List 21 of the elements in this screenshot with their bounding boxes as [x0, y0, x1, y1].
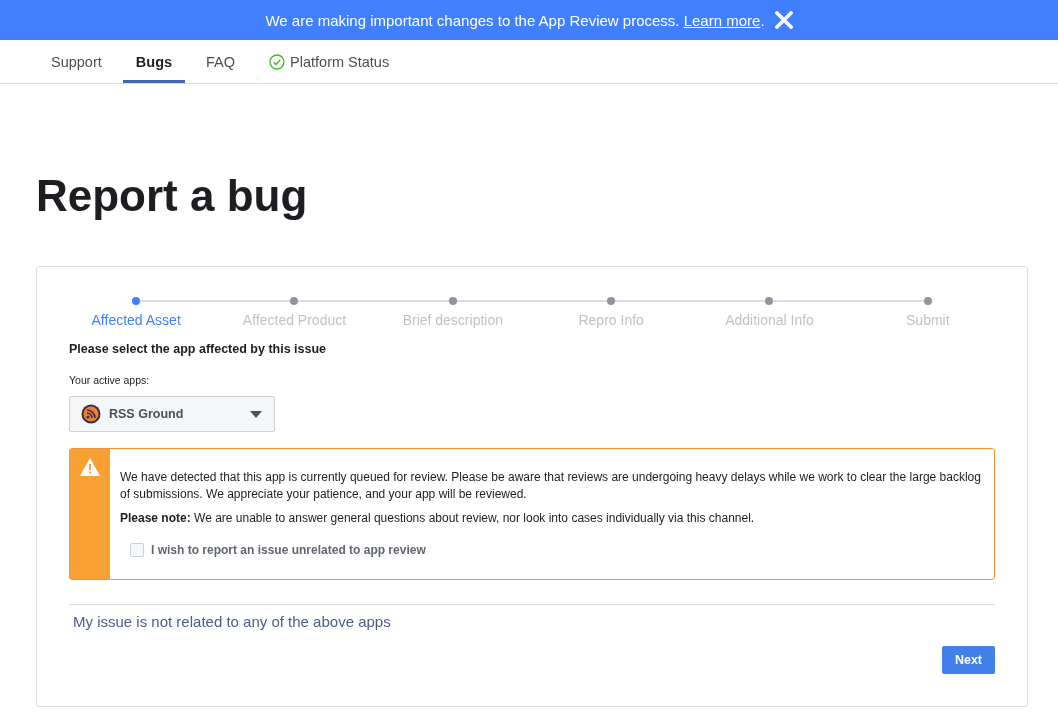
banner-message: We are making important changes to the App Review process. Learn more.: [265, 11, 765, 29]
warning-icon: [80, 458, 100, 477]
unrelated-apps-link[interactable]: My issue is not related to any of the above apps: [73, 613, 391, 631]
caret-icon: [250, 410, 262, 418]
app-dropdown[interactable]: RSS Ground: [69, 396, 275, 433]
nav-tab[interactable]: Platform Status: [256, 40, 403, 83]
nav-tab[interactable]: Bugs: [122, 40, 186, 83]
page-title: Report a bug: [36, 172, 309, 221]
nav-tab[interactable]: FAQ: [193, 40, 249, 83]
check-circle-icon: [269, 53, 286, 70]
nav-tab[interactable]: Support: [38, 40, 115, 83]
warning-text: Please note: We are unable to answer general questions about review, nor look into cases individually via this channel.: [120, 509, 756, 526]
step-label[interactable]: Affected Asset: [91, 312, 181, 329]
learn-more-link[interactable]: Learn more: [683, 11, 761, 29]
close-icon[interactable]: [774, 11, 793, 29]
warning-text: We have detected that this app is currently queued for review. Please be aware that reviews are undergoing heavy delays while we work to clear the large backlog of submissions. We appreciate your patience, and your app will be reviewed.: [120, 469, 982, 502]
unrelated-checkbox[interactable]: I wish to report an issue unrelated to app review: [130, 541, 984, 559]
field-label: Your active apps:: [69, 374, 151, 387]
rss-icon: [81, 404, 101, 425]
next-button[interactable]: Next: [941, 646, 995, 675]
section-prompt: Please select the app affected by this issue: [69, 342, 328, 357]
